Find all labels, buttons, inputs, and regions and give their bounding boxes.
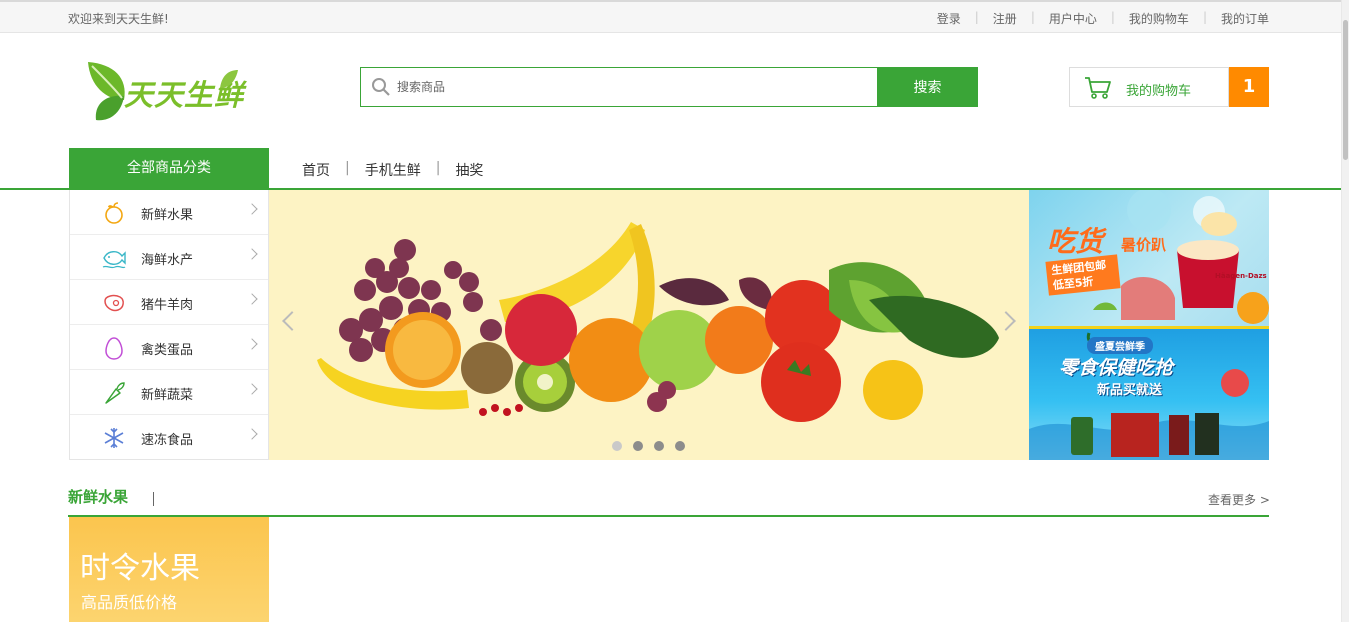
my-cart-link[interactable]: 我的购物车 xyxy=(1129,10,1189,27)
category-item-fruit[interactable]: 新鲜水果 xyxy=(70,190,268,235)
category-menu: 新鲜水果 海鲜水产 猪牛羊肉 禽类蛋品 新鲜蔬菜 速冻食品 xyxy=(69,190,269,460)
chevron-right-icon xyxy=(246,248,258,260)
main-nav: 首页 | 手机生鲜 | 抽奖 xyxy=(302,160,483,180)
vegetable-icon xyxy=(105,382,125,404)
egg-icon xyxy=(105,337,123,360)
chevron-right-icon xyxy=(246,383,258,395)
ad-summer-title: 吃货 xyxy=(1047,225,1104,258)
banner-dot-3[interactable] xyxy=(654,441,664,451)
category-label: 海鲜水产 xyxy=(141,253,194,268)
seasonal-fruit-promo[interactable]: 时令水果 高品质低价格 xyxy=(69,517,269,622)
search-bar: 搜索 xyxy=(360,67,978,107)
meat-icon xyxy=(104,294,124,312)
category-item-meat[interactable]: 猪牛羊肉 xyxy=(70,280,268,325)
ad-brand-text: Häagen-Dazs xyxy=(1215,272,1267,280)
chevron-right-icon xyxy=(246,293,258,305)
banner-dot-4[interactable] xyxy=(675,441,685,451)
category-item-frozen[interactable]: 速冻食品 xyxy=(70,415,268,460)
divider: | xyxy=(1202,10,1207,24)
all-categories-button[interactable]: 全部商品分类 xyxy=(69,148,269,189)
user-center-link[interactable]: 用户中心 xyxy=(1049,10,1097,27)
banner-pagination xyxy=(612,441,696,451)
cart-button[interactable]: 我的购物车 xyxy=(1069,67,1229,107)
login-link[interactable]: 登录 xyxy=(937,10,961,27)
view-more-link[interactable]: 查看更多 > xyxy=(1208,491,1270,508)
cart-count-badge[interactable]: 1 xyxy=(1229,67,1269,107)
my-orders-link[interactable]: 我的订单 xyxy=(1221,10,1269,27)
chevron-right-icon xyxy=(246,428,258,440)
banner-dot-2[interactable] xyxy=(633,441,643,451)
divider: | xyxy=(1110,10,1115,24)
category-label: 速冻食品 xyxy=(141,433,194,448)
category-label: 新鲜蔬菜 xyxy=(141,388,194,403)
register-link[interactable]: 注册 xyxy=(993,10,1017,27)
promo-ad-snacks[interactable]: 盛夏尝鲜季 零食保健吃抢 新品买就送 xyxy=(1029,326,1269,460)
ad-snacks-badge: 盛夏尝鲜季 xyxy=(1087,337,1153,354)
cart-label: 我的购物车 xyxy=(1126,84,1192,99)
fruit-icon xyxy=(105,202,123,224)
ad-summer-subtitle: 暑价趴 xyxy=(1121,236,1167,254)
frozen-icon xyxy=(104,428,124,448)
site-logo[interactable]: 天天生鲜 xyxy=(84,60,244,124)
divider xyxy=(153,492,154,506)
divider: | xyxy=(1030,10,1035,24)
page-scrollbar[interactable] xyxy=(1341,0,1349,622)
chevron-right-icon xyxy=(246,338,258,350)
search-input[interactable] xyxy=(395,72,865,102)
category-item-vegetables[interactable]: 新鲜蔬菜 xyxy=(70,370,268,415)
nav-lottery[interactable]: 抽奖 xyxy=(455,160,483,180)
fruit-banner-image xyxy=(317,222,999,422)
chevron-right-icon xyxy=(246,203,258,215)
divider: | xyxy=(974,10,979,24)
top-bar: 欢迎来到天天生鲜! 登录 | 注册 | 用户中心 | 我的购物车 | 我的订单 xyxy=(0,0,1341,33)
nav-home[interactable]: 首页 xyxy=(302,160,330,180)
category-item-eggs[interactable]: 禽类蛋品 xyxy=(70,325,268,370)
promo-ad-summer[interactable]: 吃货 暑价趴 生鲜团包邮 低至5折 Häagen-Dazs xyxy=(1029,190,1269,326)
welcome-text: 欢迎来到天天生鲜! xyxy=(68,12,169,26)
category-label: 新鲜水果 xyxy=(141,208,194,223)
divider: | xyxy=(435,160,441,176)
divider: | xyxy=(345,160,350,176)
category-label: 猪牛羊肉 xyxy=(141,298,194,313)
category-item-seafood[interactable]: 海鲜水产 xyxy=(70,235,268,280)
leaf-icon xyxy=(220,70,238,88)
scrollbar-thumb[interactable] xyxy=(1343,20,1348,160)
ad-snacks-subtitle: 新品买就送 xyxy=(1097,383,1163,398)
section-title-fruit: 新鲜水果 xyxy=(68,488,129,506)
ad-snacks-title: 零食保健吃抢 xyxy=(1059,357,1174,379)
seafood-icon xyxy=(102,251,126,269)
promo-subtitle: 高品质低价格 xyxy=(81,593,178,612)
search-icon xyxy=(372,78,390,96)
banner-dot-1[interactable] xyxy=(612,441,622,451)
promo-title: 时令水果 xyxy=(80,551,200,586)
hero-banner[interactable] xyxy=(269,190,1029,460)
cart-icon xyxy=(1085,77,1111,99)
top-links: 登录 | 注册 | 用户中心 | 我的购物车 | 我的订单 xyxy=(937,10,1269,27)
category-label: 禽类蛋品 xyxy=(141,343,194,358)
search-button[interactable]: 搜索 xyxy=(877,67,978,107)
nav-mobile-fresh[interactable]: 手机生鲜 xyxy=(365,160,421,180)
